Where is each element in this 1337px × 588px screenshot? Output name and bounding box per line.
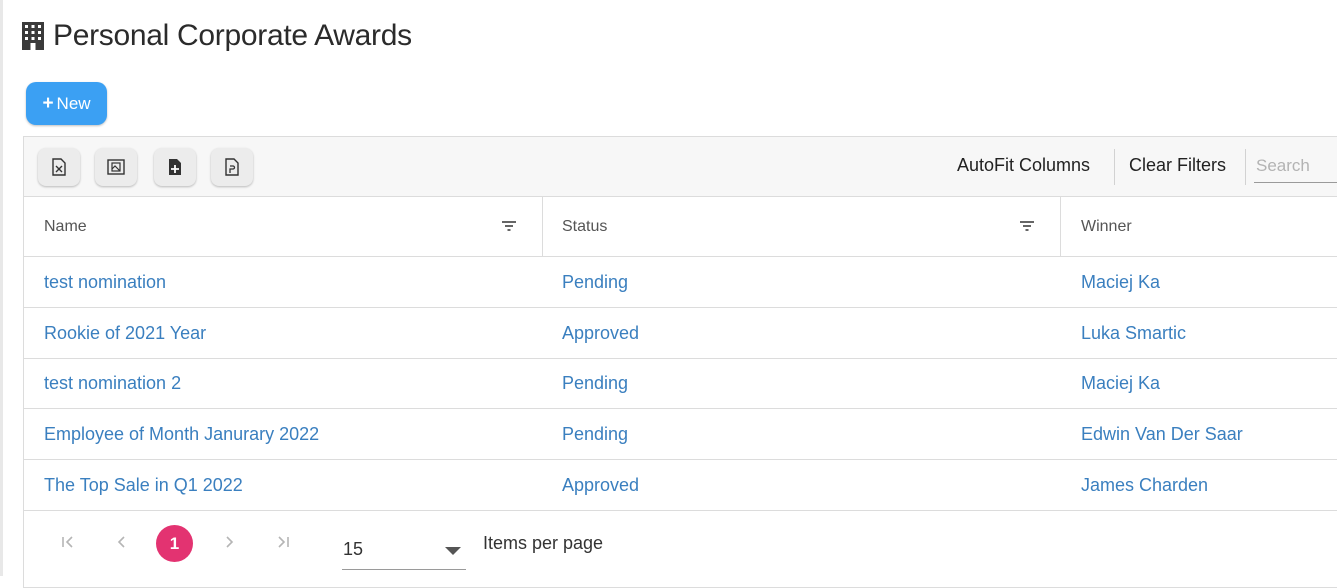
cell-winner[interactable]: Luka Smartic (1081, 308, 1186, 358)
column-divider (1060, 197, 1061, 256)
toolbar-divider (1245, 149, 1246, 185)
excel-export-button[interactable] (38, 148, 80, 186)
column-header-status[interactable]: Status (562, 197, 607, 256)
current-page-button[interactable]: 1 (156, 525, 193, 562)
cell-status[interactable]: Approved (562, 460, 639, 510)
cell-name[interactable]: Employee of Month Janurary 2022 (44, 409, 319, 459)
table-row[interactable]: The Top Sale in Q1 2022 Approved James C… (24, 460, 1337, 511)
cell-name[interactable]: test nomination (44, 257, 166, 307)
image-export-button[interactable] (95, 148, 137, 186)
cell-status[interactable]: Pending (562, 358, 628, 408)
cell-name[interactable]: The Top Sale in Q1 2022 (44, 460, 243, 510)
chevron-down-icon (445, 547, 461, 555)
new-button-label: New (56, 93, 91, 113)
previous-page-icon[interactable] (111, 531, 133, 553)
items-per-page-value: 15 (343, 539, 364, 559)
office-building-icon (22, 22, 44, 50)
last-page-icon[interactable] (272, 531, 294, 553)
grid-toolbar: AutoFit Columns Clear Filters (24, 137, 1337, 197)
filter-icon[interactable] (501, 219, 517, 233)
clear-filters-button[interactable]: Clear Filters (1129, 155, 1226, 176)
table-row[interactable]: Employee of Month Janurary 2022 Pending … (24, 409, 1337, 460)
left-border (0, 0, 3, 576)
column-header-name[interactable]: Name (44, 197, 87, 256)
cell-name[interactable]: Rookie of 2021 Year (44, 308, 206, 358)
pdf-export-button[interactable] (211, 148, 253, 186)
toolbar-divider (1114, 149, 1115, 185)
filter-icon[interactable] (1019, 219, 1035, 233)
grid-header: Name Status Winner (24, 197, 1337, 257)
items-per-page-label: Items per page (483, 533, 604, 553)
plus-icon: + (42, 93, 54, 114)
column-divider (542, 197, 543, 256)
excel-export-icon (52, 158, 66, 176)
page-header: Personal Corporate Awards (21, 17, 412, 55)
cell-winner[interactable]: Edwin Van Der Saar (1081, 409, 1243, 459)
cell-name[interactable]: test nomination 2 (44, 358, 181, 408)
file-add-button[interactable] (154, 148, 196, 186)
autofit-columns-button[interactable]: AutoFit Columns (957, 155, 1090, 176)
cell-winner[interactable]: Maciej Ka (1081, 358, 1160, 408)
cell-winner[interactable]: James Charden (1081, 460, 1208, 510)
cell-winner[interactable]: Maciej Ka (1081, 257, 1160, 307)
file-add-icon (169, 159, 181, 175)
column-header-winner[interactable]: Winner (1081, 197, 1132, 256)
pdf-export-icon (225, 158, 239, 176)
image-export-icon (107, 159, 125, 175)
next-page-icon[interactable] (218, 531, 240, 553)
page-title: Personal Corporate Awards (53, 19, 412, 52)
cell-status[interactable]: Approved (562, 308, 639, 358)
table-row[interactable]: test nomination 2 Pending Maciej Ka (24, 358, 1337, 409)
first-page-icon[interactable] (57, 531, 79, 553)
new-button[interactable]: + New (26, 82, 107, 125)
awards-grid: AutoFit Columns Clear Filters Name Statu… (23, 136, 1337, 588)
cell-status[interactable]: Pending (562, 257, 628, 307)
items-per-page-select[interactable]: 15 (342, 529, 466, 570)
cell-status[interactable]: Pending (562, 409, 628, 459)
search-input[interactable] (1254, 149, 1337, 183)
table-row[interactable]: Rookie of 2021 Year Approved Luka Smarti… (24, 308, 1337, 359)
table-row[interactable]: test nomination Pending Maciej Ka (24, 257, 1337, 308)
